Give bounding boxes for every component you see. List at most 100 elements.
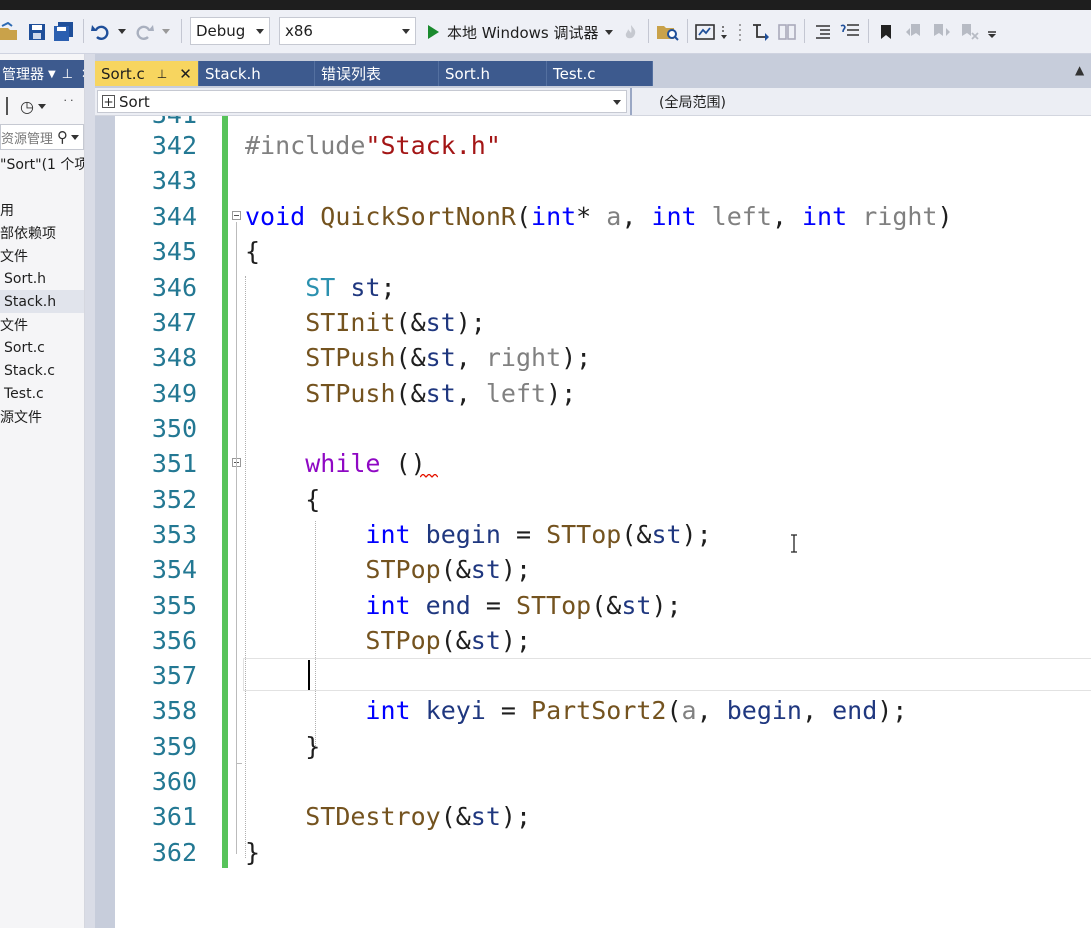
comment-lines-icon[interactable] (812, 10, 834, 53)
code-line: { (245, 485, 321, 514)
config-select-value: Debug (196, 22, 246, 40)
global-scope-select[interactable]: (全局范围) (659, 90, 726, 113)
tree-item[interactable]: Stack.c (0, 359, 84, 382)
project-icon: + (102, 94, 115, 109)
tree-item[interactable]: Sort.c (0, 336, 84, 359)
toolbar-separator (6, 97, 8, 115)
tab-label: Test.c (553, 64, 596, 83)
navigation-bar: + Sort (全局范围) (95, 88, 1091, 116)
save-icon[interactable] (26, 10, 48, 53)
tree-item[interactable]: 文件 (0, 244, 84, 267)
line-number: 342 (151, 131, 197, 160)
code-line: } (245, 838, 261, 867)
code-line: { (245, 237, 261, 266)
search-input-placeholder: 资源管理 (1, 131, 54, 147)
pin-icon[interactable]: ⊥ (62, 67, 73, 82)
line-number: 357 (151, 661, 197, 690)
toolbar-separator (83, 19, 84, 43)
tab-label: 错误列表 (321, 65, 382, 83)
chevron-down-icon[interactable]: ▼ (48, 69, 56, 80)
error-squiggle (420, 474, 438, 478)
code-line: STPush(&st, right); (305, 343, 592, 372)
chevron-down-icon (604, 29, 613, 35)
start-debugging-button[interactable]: 本地 Windows 调试器 (428, 20, 613, 44)
toolbar-separator (804, 19, 805, 43)
previous-bookmark-icon[interactable] (904, 10, 926, 53)
window-top-strip (0, 0, 1091, 10)
uncomment-lines-icon[interactable] (838, 10, 862, 53)
clear-bookmarks-icon[interactable] (958, 10, 980, 53)
code-line: STDestroy(&st); (305, 802, 532, 831)
code-line: ST st; (305, 273, 396, 302)
panel-splitter[interactable] (85, 54, 95, 928)
tab-sort-h[interactable]: Sort.h (439, 61, 547, 86)
tree-item[interactable]: Sort.h (0, 267, 84, 290)
line-number: 343 (151, 166, 197, 195)
save-all-icon[interactable] (52, 10, 76, 53)
main-toolbar: Debug x86 本地 Windows 调试器 (0, 10, 1091, 54)
code-line: STPop(&st); (365, 555, 532, 584)
find-in-files-icon[interactable] (656, 10, 680, 53)
chevron-down-icon (256, 29, 264, 34)
solution-node[interactable]: "Sort"(1 个项 (0, 152, 84, 175)
code-line: #include"Stack.h" (245, 131, 501, 160)
tree-item-label: Stack.c (4, 362, 55, 379)
toolbar-options-icon[interactable] (984, 10, 1000, 53)
line-number: 351 (151, 449, 197, 478)
tab-error-list[interactable]: 错误列表 (315, 61, 439, 86)
line-number: 362 (151, 838, 197, 867)
tab-overflow-icon[interactable]: ▲ (1075, 63, 1084, 77)
tree-item[interactable]: Test.c (0, 382, 84, 405)
overflow-dropdown-icon[interactable] (718, 10, 732, 53)
toolbar-separator (648, 19, 649, 43)
undo-dropdown-icon[interactable] (114, 10, 130, 53)
search-icon[interactable]: ⚲ (57, 128, 68, 146)
diagnostic-tools-icon[interactable] (694, 10, 716, 53)
line-number: 348 (151, 343, 197, 372)
line-number: 355 (151, 591, 197, 620)
platform-select[interactable]: x86 (279, 17, 416, 45)
project-scope-select[interactable]: + Sort (97, 90, 627, 113)
line-number: 356 (151, 626, 197, 655)
tab-label: Sort.h (445, 64, 491, 83)
tab-stack-h[interactable]: Stack.h (199, 61, 315, 86)
tree-item[interactable]: 部依赖项 (0, 221, 84, 244)
tree-item[interactable]: Stack.h (0, 290, 84, 313)
step-into-icon[interactable] (750, 10, 772, 53)
line-number: 353 (151, 520, 197, 549)
tree-item[interactable]: 文件 (0, 313, 84, 336)
tree-item[interactable]: 用 (0, 198, 84, 221)
step-over-icon[interactable] (776, 10, 798, 53)
bookmark-icon[interactable] (876, 10, 896, 53)
navbar-separator (630, 88, 632, 115)
open-file-icon[interactable] (0, 10, 18, 53)
code-line: int begin = STTop(&st); (365, 520, 712, 549)
pin-icon[interactable]: ⊥ (157, 67, 167, 81)
history-icon[interactable]: ◷ (20, 97, 34, 116)
code-line: int end = STTop(&st); (365, 591, 682, 620)
tree-item[interactable]: 源文件 (0, 405, 84, 428)
close-icon[interactable]: ✕ (179, 65, 192, 83)
tab-test-c[interactable]: Test.c (547, 61, 653, 86)
toolbar-grip (736, 10, 744, 53)
tree-item-label: 用 (0, 202, 14, 219)
collapse-icon[interactable] (232, 211, 241, 220)
solution-explorer: 管理器 ▼ ⊥ ✕ ◷ ˙˙ 资源管理 ⚲ "Sort"(1 个项 用 部依赖项… (0, 54, 85, 928)
config-select[interactable]: Debug (190, 17, 270, 45)
code-line: STPop(&st); (365, 626, 532, 655)
code-editor[interactable]: 341 342 343 344 345 346 347 348 349 350 … (115, 116, 1091, 928)
redo-icon[interactable] (133, 10, 155, 53)
redo-dropdown-icon[interactable] (158, 10, 174, 53)
solution-explorer-search[interactable]: 资源管理 ⚲ (0, 124, 84, 150)
toolbar-separator (687, 19, 688, 43)
chevron-down-icon[interactable] (71, 134, 80, 140)
tab-sort-c[interactable]: Sort.c ⊥ ✕ (95, 61, 199, 86)
toolbar-separator (868, 19, 869, 43)
hot-reload-icon[interactable] (622, 10, 640, 53)
more-options-icon[interactable]: ˙˙ (62, 99, 75, 114)
mouse-ibeam-icon (791, 534, 797, 553)
chevron-down-icon[interactable] (37, 103, 46, 109)
code-line: while () (305, 449, 426, 478)
next-bookmark-icon[interactable] (930, 10, 952, 53)
undo-icon[interactable] (90, 10, 112, 53)
